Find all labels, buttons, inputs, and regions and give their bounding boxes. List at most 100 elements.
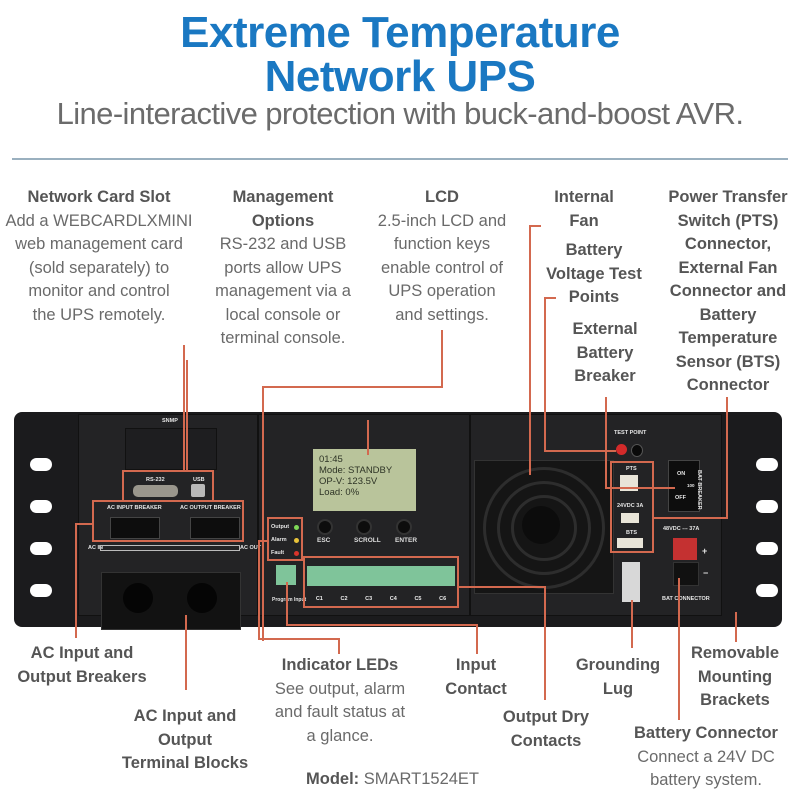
callout-title: Voltage Test bbox=[546, 264, 642, 283]
fan-line bbox=[529, 225, 531, 475]
model-line: Model: SMART1524ET bbox=[306, 770, 479, 789]
pts-line bbox=[726, 397, 728, 518]
divider bbox=[12, 158, 788, 160]
breakers-line bbox=[75, 523, 77, 638]
callout-title: External Fan bbox=[678, 258, 778, 277]
input-contact-line bbox=[476, 624, 478, 654]
bat-breaker-label: BAT BREAKER bbox=[696, 470, 702, 510]
battery-connector-negative[interactable] bbox=[673, 562, 699, 586]
lcd-line: Mode: STANDBY bbox=[319, 465, 393, 476]
callout-text: the UPS remotely. bbox=[32, 305, 166, 324]
callout-title: Temperature bbox=[678, 329, 778, 347]
bat-connector-label: BAT CONNECTOR bbox=[662, 596, 710, 602]
callout-text: enable control of bbox=[380, 258, 503, 277]
callout-title: Output Breakers bbox=[17, 667, 147, 686]
callout-text: terminal console. bbox=[220, 329, 346, 347]
callout-text: Add a WEBCARDLXMINI bbox=[5, 211, 193, 230]
callout-title: Battery bbox=[699, 305, 757, 324]
network-card-slot[interactable] bbox=[125, 428, 217, 470]
snmp-label: SNMP bbox=[162, 418, 178, 424]
mount-hole bbox=[30, 584, 52, 597]
test-point-negative[interactable] bbox=[631, 444, 643, 457]
callout-indicator-leds: Indicator LEDs See output, alarm and fau… bbox=[255, 654, 425, 748]
callout-input-contact: Input Contact bbox=[426, 654, 526, 701]
enter-label: ENTER bbox=[395, 537, 418, 544]
callout-output-dry-contacts: Output Dry Contacts bbox=[486, 706, 606, 753]
dry-contacts-line bbox=[544, 586, 546, 700]
callout-title: Grounding bbox=[575, 656, 661, 674]
grounding-lug[interactable] bbox=[622, 562, 640, 602]
callout-brackets: Removable Mounting Brackets bbox=[680, 642, 790, 713]
callout-title: Contacts bbox=[510, 731, 582, 750]
callout-internal-fan: Internal Fan bbox=[534, 186, 634, 233]
callout-external-breaker: External Battery Breaker bbox=[555, 318, 655, 389]
cable-gland-output bbox=[187, 583, 217, 613]
subtitle: Line-interactive protection with buck-an… bbox=[56, 96, 744, 131]
callout-text: RS-232 and USB bbox=[219, 235, 347, 253]
breaker-on-label: ON bbox=[677, 471, 686, 477]
program-input-label: Program Input bbox=[272, 597, 307, 603]
callout-text: and fault status at bbox=[274, 703, 406, 721]
callout-title: AC Input and bbox=[30, 644, 134, 662]
management-line bbox=[186, 360, 188, 472]
callout-title: Mounting bbox=[697, 667, 773, 686]
callout-title: Network Card Slot bbox=[27, 188, 171, 206]
callout-text: function keys bbox=[393, 235, 491, 253]
ground-line bbox=[631, 600, 633, 648]
mount-hole bbox=[756, 500, 778, 513]
callout-title: Power Transfer bbox=[668, 188, 788, 206]
esc-button[interactable] bbox=[317, 519, 333, 535]
breaker-rating: 100 bbox=[687, 483, 695, 488]
mount-hole bbox=[756, 584, 778, 597]
lcd-line: OP-V: 123.5V bbox=[319, 476, 378, 487]
battery-connector-positive[interactable] bbox=[673, 538, 697, 560]
mount-hole bbox=[30, 500, 52, 513]
fan-hub bbox=[522, 506, 560, 544]
leds-box bbox=[267, 517, 303, 561]
terminals-line bbox=[185, 615, 187, 690]
callout-text: UPS operation bbox=[388, 282, 496, 300]
callout-text: and settings. bbox=[395, 305, 489, 324]
callout-network-card: Network Card Slot Add a WEBCARDLXMINI we… bbox=[4, 186, 194, 327]
bat-rating-label: 48VDC --- 37A bbox=[663, 526, 700, 532]
callout-text: (sold separately) to bbox=[28, 258, 170, 277]
callout-text: a glance. bbox=[306, 726, 374, 745]
mount-hole bbox=[30, 458, 52, 471]
lcd-screen: 01:45 Mode: STANDBY OP-V: 123.5V Load: 0… bbox=[313, 449, 416, 511]
scroll-button[interactable] bbox=[356, 519, 372, 535]
callout-title: Connector and bbox=[669, 282, 787, 300]
callout-title: Connector, bbox=[684, 235, 772, 253]
dry-contacts-box bbox=[303, 556, 459, 608]
callout-title: Fan bbox=[569, 211, 599, 230]
callout-text: local console or bbox=[225, 305, 341, 324]
callout-title: Battery Connector bbox=[634, 724, 778, 742]
callout-title: Management bbox=[232, 188, 334, 206]
breaker-line bbox=[605, 397, 607, 487]
model-label: Model: bbox=[306, 770, 360, 788]
pts-box bbox=[610, 461, 654, 553]
scroll-label: SCROLL bbox=[354, 537, 381, 544]
callout-title: Sensor (BTS) bbox=[675, 352, 781, 371]
callout-text: battery system. bbox=[650, 771, 762, 789]
lcd-line bbox=[262, 386, 264, 641]
callout-title: Battery bbox=[576, 343, 634, 362]
callout-text: monitor and control bbox=[28, 282, 170, 300]
callout-title: Lug bbox=[602, 679, 634, 698]
callout-text: 2.5-inch LCD and bbox=[377, 211, 507, 230]
callout-title: Connector bbox=[686, 376, 770, 394]
mount-hole bbox=[756, 458, 778, 471]
mount-hole bbox=[30, 542, 52, 555]
callout-title: LCD bbox=[425, 188, 459, 206]
test-point-positive[interactable] bbox=[616, 444, 627, 455]
callout-title: Options bbox=[251, 211, 315, 230]
callout-title: Output Dry bbox=[502, 708, 590, 726]
lcd-line: 01:45 bbox=[319, 454, 343, 465]
brackets-line bbox=[735, 612, 737, 642]
callout-battery-connector: Battery Connector Connect a 24V DC batte… bbox=[618, 722, 794, 793]
model-value: SMART1524ET bbox=[363, 770, 480, 788]
callout-title: Battery bbox=[565, 241, 623, 259]
callout-text: Connect a 24V DC bbox=[637, 747, 775, 766]
title-line-1: Extreme Temperature bbox=[180, 8, 620, 57]
enter-button[interactable] bbox=[396, 519, 412, 535]
breaker-off-label: OFF bbox=[675, 495, 686, 501]
